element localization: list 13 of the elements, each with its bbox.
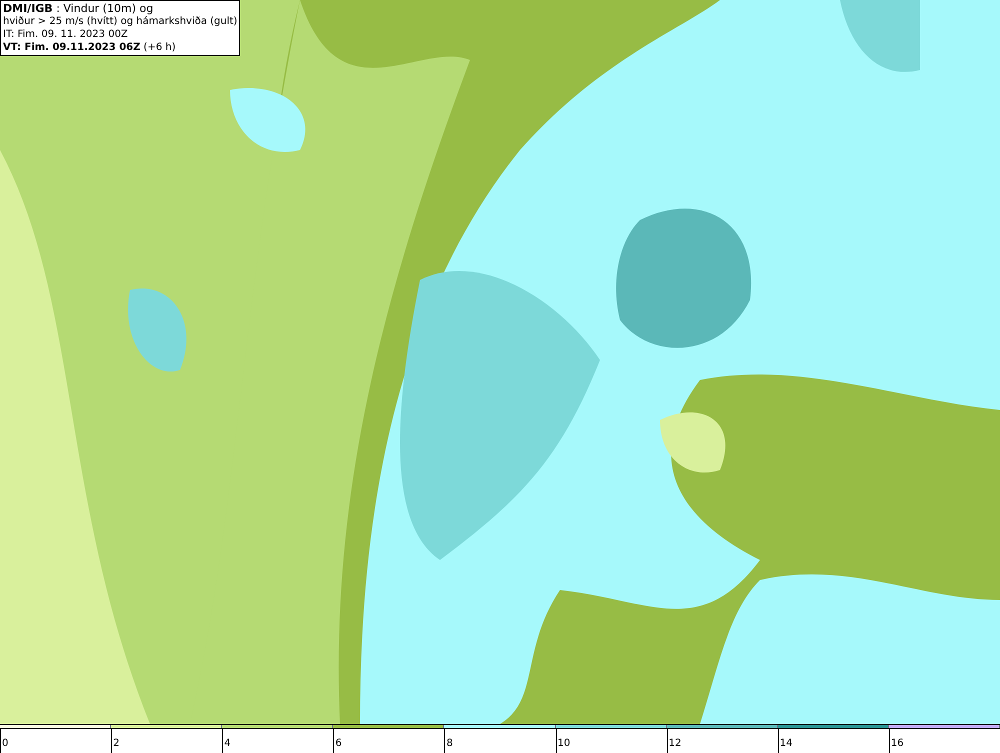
legend-label: 8 — [445, 738, 453, 749]
legend-label: 6 — [334, 738, 342, 749]
title-line: hviður > 25 m/s (hvítt) og hámarkshviða (gult) — [3, 15, 238, 28]
title-line: DMI/IGB : Vindur (10m) og — [3, 2, 154, 15]
legend-label: 12 — [668, 738, 682, 749]
legend-label: 14 — [778, 738, 792, 749]
title-line: VT: Fim. 09.11.2023 06Z (+6 h) — [3, 41, 177, 54]
title-line: IT: Fim. 09. 11. 2023 00Z — [3, 28, 129, 41]
legend-label: 0 — [1, 738, 8, 749]
legend-label: 10 — [556, 738, 570, 749]
legend-label: 16 — [890, 738, 904, 749]
legend-label: 4 — [223, 738, 231, 749]
legend-label: 2 — [112, 738, 120, 749]
